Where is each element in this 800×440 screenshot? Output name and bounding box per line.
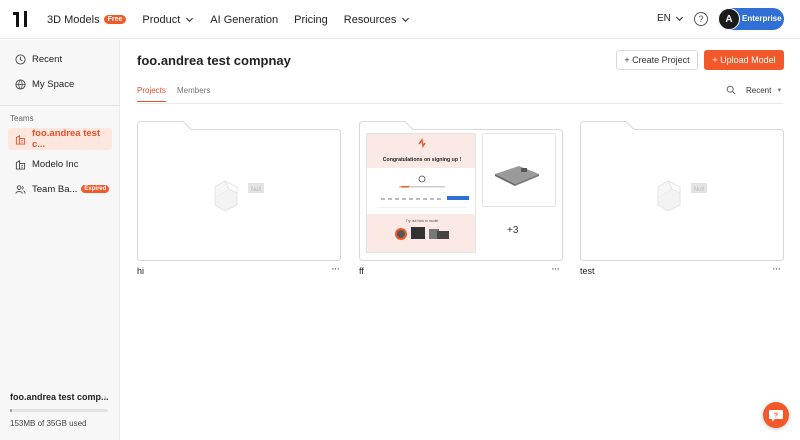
folder-name[interactable]: test bbox=[580, 266, 595, 276]
sidebar-item-label: My Space bbox=[32, 78, 75, 90]
folder-name[interactable]: ff bbox=[359, 266, 364, 276]
nav-3d-models[interactable]: 3D Models Free bbox=[47, 13, 127, 26]
tab-projects[interactable]: Projects bbox=[137, 86, 166, 102]
help-icon[interactable]: ? bbox=[694, 12, 708, 26]
expired-badge: Expired bbox=[81, 185, 110, 193]
storage-progress-bar bbox=[10, 409, 108, 412]
sidebar-divider bbox=[0, 105, 120, 106]
null-label: Null bbox=[251, 187, 261, 193]
nav-ai-generation-label: AI Generation bbox=[210, 13, 279, 26]
chevron-down-icon bbox=[675, 16, 683, 22]
tab-bar: Projects Members bbox=[137, 84, 783, 104]
avatar[interactable]: A bbox=[718, 8, 740, 30]
building-icon bbox=[15, 134, 26, 145]
nav-product-label: Product bbox=[142, 13, 181, 26]
plan-badge: Enterprise bbox=[742, 14, 782, 23]
svg-text:?: ? bbox=[774, 413, 778, 420]
empty-model-placeholder-icon: Null bbox=[214, 180, 264, 211]
top-nav: 3D Models Free Product AI Generation Pri… bbox=[0, 0, 800, 39]
project-thumbnail[interactable] bbox=[482, 133, 556, 207]
language-selector[interactable]: EN bbox=[657, 13, 684, 24]
nav-3d-models-label: 3D Models bbox=[47, 13, 100, 26]
nav-product[interactable]: Product bbox=[142, 14, 194, 26]
language-label: EN bbox=[657, 13, 671, 24]
sidebar-item-label: Team Ba... bbox=[32, 183, 78, 195]
sort-label: Recent bbox=[746, 86, 772, 95]
nav-ai-generation[interactable]: AI Generation bbox=[210, 14, 278, 26]
current-team-name[interactable]: foo.andrea test comp... bbox=[10, 392, 110, 402]
signup-email-preview-image: Congratulations on signing up ! Try out … bbox=[367, 134, 475, 252]
page-title: foo.andrea test compnay bbox=[137, 53, 291, 68]
search-icon[interactable] bbox=[726, 85, 736, 95]
main-nav: 3D Models Free Product AI Generation Pri… bbox=[47, 0, 426, 39]
nav-resources[interactable]: Resources bbox=[344, 14, 411, 26]
sidebar: Recent My Space Teams foo.andrea test c.… bbox=[0, 40, 120, 440]
sidebar-item-label: Recent bbox=[32, 53, 63, 65]
sidebar-item-label: foo.andrea test c... bbox=[32, 128, 101, 150]
create-project-button[interactable]: + Create Project bbox=[616, 50, 698, 70]
clock-icon bbox=[15, 53, 26, 65]
sidebar-item-recent[interactable]: Recent bbox=[8, 48, 112, 70]
nav-pricing[interactable]: Pricing bbox=[294, 14, 328, 26]
empty-model-placeholder-icon: Null bbox=[657, 180, 707, 211]
sidebar-team-modelo-inc[interactable]: Modelo Inc bbox=[8, 153, 112, 175]
globe-icon bbox=[15, 78, 26, 90]
users-icon bbox=[15, 184, 26, 194]
sidebar-team-team-ba[interactable]: Team Ba... Expired bbox=[8, 178, 112, 200]
more-options-button[interactable]: ··· bbox=[772, 263, 781, 275]
chevron-down-icon bbox=[186, 17, 194, 23]
more-options-button[interactable]: ··· bbox=[331, 263, 340, 275]
building-icon bbox=[15, 159, 26, 170]
sidebar-item-label: Modelo Inc bbox=[32, 158, 79, 170]
project-thumbnail[interactable]: Congratulations on signing up ! Try out … bbox=[366, 133, 476, 253]
sort-dropdown[interactable]: Recent ▼ bbox=[746, 86, 782, 95]
free-badge: Free bbox=[103, 15, 127, 24]
nav-pricing-label: Pricing bbox=[294, 13, 328, 26]
project-folder-test[interactable]: Null bbox=[580, 121, 784, 261]
null-label: Null bbox=[694, 187, 704, 193]
more-options-button[interactable]: ··· bbox=[551, 263, 560, 275]
chevron-down-icon bbox=[402, 17, 410, 23]
teams-heading: Teams bbox=[10, 114, 34, 123]
tab-members[interactable]: Members bbox=[177, 86, 210, 101]
nav-resources-label: Resources bbox=[343, 13, 397, 26]
sidebar-team-foo-andrea[interactable]: foo.andrea test c... bbox=[8, 128, 112, 150]
folder-name[interactable]: hi bbox=[137, 266, 144, 276]
caret-down-icon: ▼ bbox=[776, 87, 783, 94]
chat-support-button[interactable]: ? bbox=[763, 402, 789, 428]
chevron-right-icon[interactable]: › bbox=[104, 393, 107, 402]
project-folder-hi[interactable]: Null bbox=[137, 121, 341, 261]
storage-progress-fill bbox=[10, 409, 12, 412]
upload-model-button[interactable]: + Upload Model bbox=[704, 50, 784, 70]
more-models-count: +3 bbox=[507, 225, 519, 236]
question-bubble-icon: ? bbox=[769, 410, 783, 422]
sidebar-item-my-space[interactable]: My Space bbox=[8, 73, 112, 95]
thumbnail-title: Congratulations on signing up ! bbox=[383, 157, 462, 163]
storage-usage-text: 153MB of 35GB used bbox=[10, 419, 87, 428]
modelo-logo[interactable] bbox=[12, 10, 32, 28]
model-preview-image bbox=[495, 166, 539, 186]
thumbnail-subtitle: Try out how to model bbox=[406, 219, 439, 223]
